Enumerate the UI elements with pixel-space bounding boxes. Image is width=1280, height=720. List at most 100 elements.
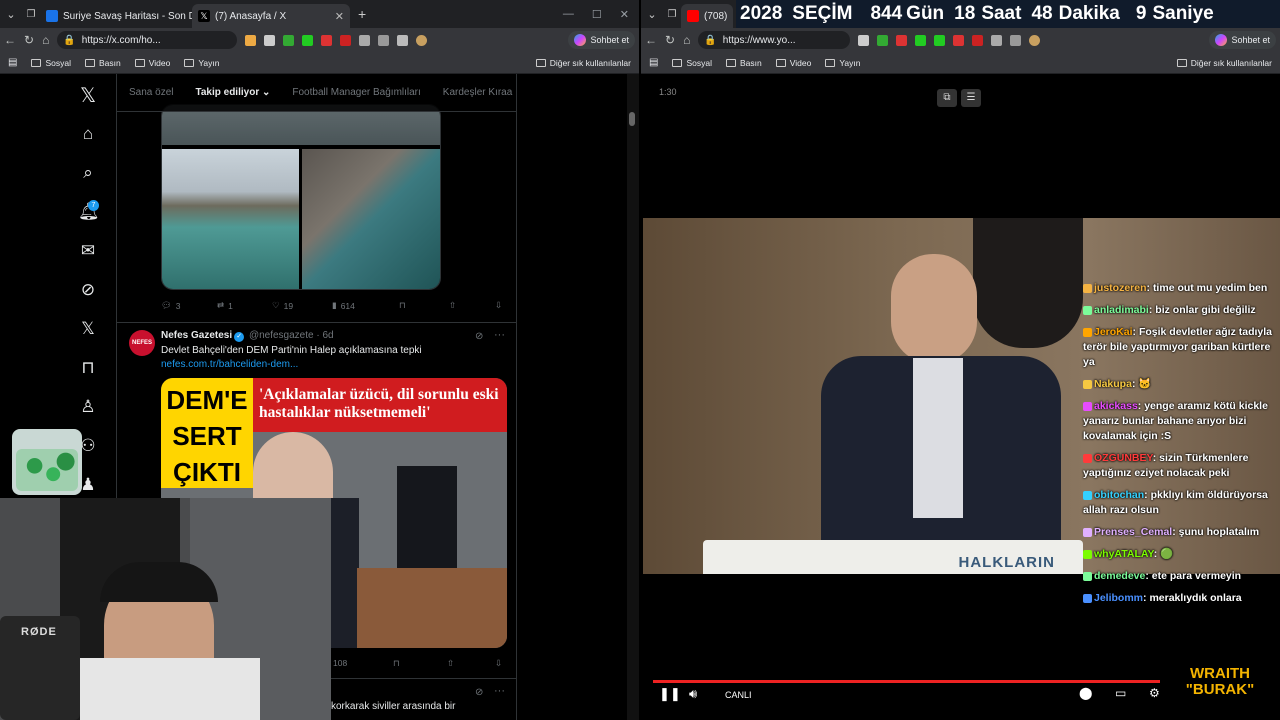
chat-username[interactable]: anladimabi xyxy=(1094,304,1149,316)
extension-icon[interactable] xyxy=(858,34,870,46)
new-tab-icon[interactable]: + xyxy=(350,6,374,22)
grok-icon[interactable]: ⊘ xyxy=(475,331,483,342)
url-field[interactable]: 🔒 https://www.yo... xyxy=(698,31,851,49)
chat-username[interactable]: justozeren xyxy=(1094,282,1147,294)
tab-x-home[interactable]: 𝕏 (7) Anasayfa / X ✕ xyxy=(192,4,350,28)
settings-icon[interactable]: ⚙ xyxy=(1149,686,1160,700)
chat-username[interactable]: Nakupa xyxy=(1094,378,1132,390)
bookmark-folder[interactable]: Video xyxy=(134,58,170,68)
download-button[interactable]: ⇩ xyxy=(495,300,502,311)
extension-icon[interactable] xyxy=(283,34,295,46)
extension-icon[interactable] xyxy=(877,34,889,46)
home-icon[interactable]: ⌂ xyxy=(78,124,98,144)
extension-icon[interactable] xyxy=(1010,34,1022,46)
bookmark-folder[interactable]: Basın xyxy=(725,58,762,68)
bookmark-folder[interactable]: Yayın xyxy=(184,58,219,68)
bookmark-button[interactable]: ⊓ xyxy=(393,658,400,669)
other-bookmarks[interactable]: Diğer sık kullanılanlar xyxy=(535,58,631,68)
tab-suriye-haritasi[interactable]: Suriye Savaş Haritası - Son Dakika ✕ xyxy=(40,4,192,28)
mail-icon[interactable]: ✉ xyxy=(78,241,98,261)
volume-icon[interactable]: 🔊︎ xyxy=(689,686,697,702)
chat-username[interactable]: whyATALAY xyxy=(1094,548,1154,560)
bookmark-button[interactable]: ⊓ xyxy=(399,300,406,311)
share-button[interactable]: ⇧ xyxy=(449,300,456,311)
other-bookmarks[interactable]: Diğer sık kullanılanlar xyxy=(1176,58,1272,68)
extension-icon[interactable] xyxy=(321,34,333,46)
notes-icon[interactable]: ☰ xyxy=(961,89,981,107)
views-button[interactable]: 108 xyxy=(333,658,347,668)
chat-username[interactable]: Jelibomm xyxy=(1094,592,1143,604)
x-logo-icon[interactable]: 𝕏 xyxy=(78,86,98,106)
autoplay-toggle-icon[interactable]: ⬤ xyxy=(1079,686,1092,700)
tweet-photo-grid[interactable] xyxy=(161,104,441,290)
extension-icon[interactable] xyxy=(302,34,314,46)
close-window-icon[interactable]: ✕ xyxy=(620,8,629,21)
bookmarks-menu-icon[interactable]: ▤ xyxy=(8,57,17,68)
chat-username[interactable]: Prenses_Cemal xyxy=(1094,526,1172,538)
tab-menu-icon[interactable]: ⌄ xyxy=(0,8,22,21)
chat-username[interactable]: JeroKai xyxy=(1094,326,1133,338)
pause-icon[interactable]: ❚❚ xyxy=(659,686,681,702)
more-icon[interactable]: ··· xyxy=(494,685,505,697)
download-button[interactable]: ⇩ xyxy=(495,658,502,669)
tab-following[interactable]: Takip ediliyor ⌄ xyxy=(195,87,270,98)
reload-icon[interactable]: ↻ xyxy=(665,33,675,47)
extension-icon[interactable] xyxy=(953,34,965,46)
tab-list[interactable]: Kardeşler Kıraa xyxy=(443,87,512,98)
workspaces-icon[interactable]: ❐ xyxy=(22,9,40,20)
author-name[interactable]: Nefes Gazetesi xyxy=(161,330,232,341)
extension-icon[interactable] xyxy=(934,34,946,46)
workspaces-icon[interactable]: ❐ xyxy=(663,9,681,20)
avatar[interactable]: NEFES xyxy=(129,330,155,356)
photo[interactable] xyxy=(162,149,299,289)
tab-for-you[interactable]: Sana özel xyxy=(129,87,173,98)
grok-icon[interactable]: ⊘ xyxy=(78,280,98,300)
extension-icon[interactable] xyxy=(896,34,908,46)
home-icon[interactable]: ⌂ xyxy=(42,33,49,47)
more-icon[interactable]: ··· xyxy=(494,329,505,341)
miniplayer-icon[interactable]: ⧉ xyxy=(937,89,957,107)
share-button[interactable]: ⇧ xyxy=(447,658,454,669)
minimize-icon[interactable]: — xyxy=(563,8,574,21)
chat-username[interactable]: akickass xyxy=(1094,400,1138,412)
like-button[interactable]: ♡ 19 xyxy=(272,300,293,311)
maximize-icon[interactable]: ☐ xyxy=(592,8,602,21)
extension-icon[interactable] xyxy=(378,34,390,46)
scrollbar-thumb[interactable] xyxy=(629,112,635,126)
tab-youtube[interactable]: (708) xyxy=(681,4,733,28)
tweet-link[interactable]: nefes.com.tr/bahceliden-dem... xyxy=(161,359,298,370)
bookmark-folder[interactable]: Yayın xyxy=(825,58,860,68)
views-button[interactable]: ▮ 614 xyxy=(332,300,355,311)
photo[interactable] xyxy=(302,149,440,289)
url-field[interactable]: 🔒 https://x.com/ho... xyxy=(57,31,238,49)
extension-icon[interactable] xyxy=(359,34,371,46)
chat-username[interactable]: obitochan xyxy=(1094,489,1144,501)
chat-username[interactable]: OZGUNBEY xyxy=(1094,452,1153,464)
reload-icon[interactable]: ↻ xyxy=(24,33,34,47)
extension-icon[interactable] xyxy=(340,34,352,46)
jobs-icon[interactable]: ♙ xyxy=(78,397,98,417)
close-icon[interactable]: ✕ xyxy=(335,10,344,23)
back-icon[interactable]: ← xyxy=(4,33,16,47)
extension-icon[interactable] xyxy=(972,34,984,46)
chat-button[interactable]: Sohbet et xyxy=(1209,31,1276,49)
tweet-time[interactable]: · 6d xyxy=(316,330,333,341)
bookmark-folder[interactable]: Sosyal xyxy=(672,58,712,68)
tab-list[interactable]: Football Manager Bağımlıları xyxy=(292,87,420,98)
back-icon[interactable]: ← xyxy=(645,33,657,47)
extension-icon[interactable] xyxy=(245,34,257,46)
home-icon[interactable]: ⌂ xyxy=(683,33,690,47)
bookmark-folder[interactable]: Video xyxy=(775,58,811,68)
retweet-button[interactable]: ⇄ 1 xyxy=(217,300,233,311)
tab-menu-icon[interactable]: ⌄ xyxy=(641,8,663,21)
bookmark-folder[interactable]: Basın xyxy=(84,58,121,68)
x-premium-icon[interactable]: 𝕏 xyxy=(78,319,98,339)
video-player[interactable]: 1:30 ⧉ ☰ ↖ HALKLARIN justozeren: time ou… xyxy=(641,75,1280,720)
chat-username[interactable]: demedeve xyxy=(1094,570,1145,582)
reply-button[interactable]: 💬︎ 3 xyxy=(161,300,181,311)
grok-icon[interactable]: ⊘ xyxy=(475,687,483,698)
scrollbar[interactable] xyxy=(627,74,639,720)
extension-icon[interactable] xyxy=(915,34,927,46)
search-icon[interactable]: ⌕ xyxy=(78,163,98,183)
author-handle[interactable]: @nefesgazete xyxy=(249,330,314,341)
